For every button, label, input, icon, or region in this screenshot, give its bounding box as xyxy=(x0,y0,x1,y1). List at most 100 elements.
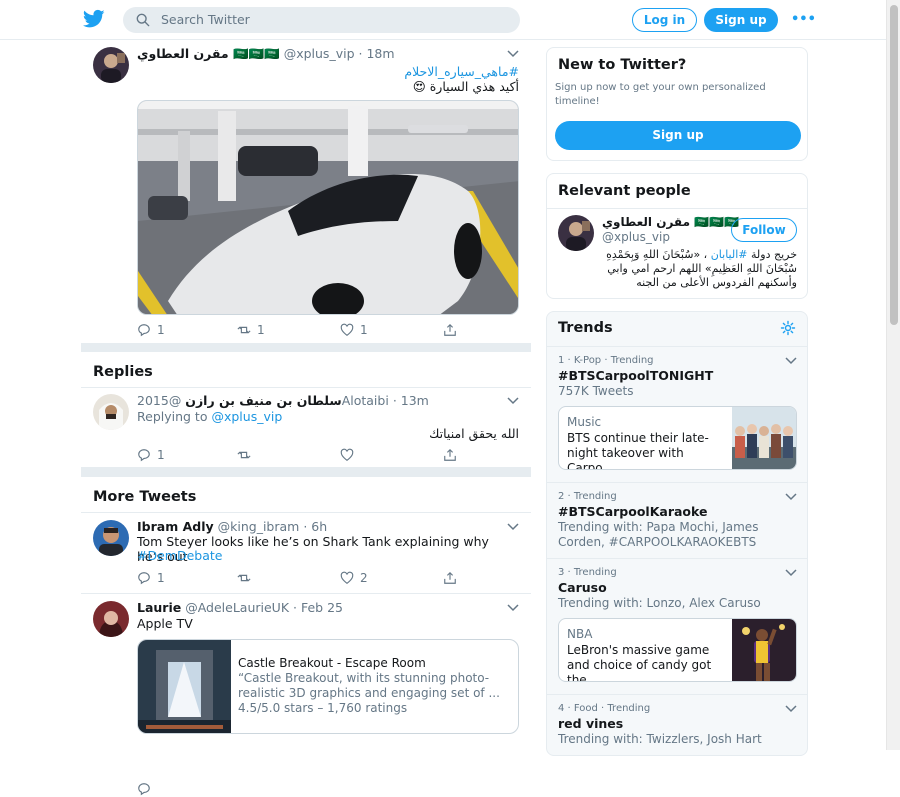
link-card-title: Castle Breakout - Escape Room xyxy=(238,656,426,670)
twitter-bird-icon[interactable] xyxy=(83,9,105,29)
tweet-time[interactable]: 6h xyxy=(311,519,327,534)
user-name[interactable]: مقرن العطاوي 🇸🇦🇸🇦🇸🇦 xyxy=(137,46,280,61)
reply-button[interactable]: 1 xyxy=(137,570,165,586)
retweet-button[interactable] xyxy=(237,447,251,463)
trend-item[interactable]: 2 · Trending #BTSCarpoolKaraoke Trending… xyxy=(547,483,807,559)
replying-to-link[interactable]: @xplus_vip xyxy=(211,409,282,424)
login-button[interactable]: Log in xyxy=(632,8,697,32)
trend-item[interactable]: 4 · Food · Trending red vines Trending w… xyxy=(547,695,807,755)
new-to-twitter-card: New to Twitter? Sign up now to get your … xyxy=(546,47,808,161)
share-button[interactable] xyxy=(443,570,457,586)
share-button[interactable] xyxy=(443,447,457,463)
retweet-count: 1 xyxy=(257,323,265,337)
retweet-button[interactable]: 1 xyxy=(237,322,265,338)
hashtag-link[interactable]: #ماهي_سياره_الاحلام xyxy=(404,64,519,79)
page-scrollbar[interactable] xyxy=(886,0,900,750)
tweet-actions xyxy=(137,781,467,797)
tweet-header: مقرن العطاوي 🇸🇦🇸🇦🇸🇦 @xplus_vip · 18m xyxy=(137,46,395,61)
trend-news-card[interactable]: NBA LeBron's massive game and choice of … xyxy=(558,618,797,682)
share-button[interactable] xyxy=(443,322,457,338)
gear-icon[interactable] xyxy=(780,320,796,336)
avatar[interactable] xyxy=(93,601,129,637)
link-card-description: “Castle Breakout, with its stunning phot… xyxy=(238,671,500,700)
user-handle[interactable]: @AdeleLaurieUK xyxy=(185,600,289,615)
relevant-people-card: Relevant people مقرن العطاوي 🇸🇦🇸🇦🇸🇦 @xpl… xyxy=(546,173,808,299)
tweet-photo[interactable] xyxy=(137,100,519,315)
trend-news-card[interactable]: Music BTS continue their late-night take… xyxy=(558,406,797,470)
chevron-down-icon[interactable] xyxy=(507,603,519,613)
like-count: 1 xyxy=(360,323,368,337)
more-options-icon[interactable]: ••• xyxy=(791,12,816,27)
signup-button[interactable]: Sign up xyxy=(704,8,778,32)
avatar[interactable] xyxy=(93,47,129,83)
trend-meta: 3 · Trending xyxy=(558,567,617,578)
replies-title: Replies xyxy=(93,364,153,380)
avatar[interactable] xyxy=(93,520,129,556)
tweet-time[interactable]: 18m xyxy=(366,46,394,61)
sidebar-signup-button[interactable]: Sign up xyxy=(555,121,801,150)
main-tweet[interactable]: مقرن العطاوي 🇸🇦🇸🇦🇸🇦 @xplus_vip · 18m #ما… xyxy=(81,40,531,344)
user-name[interactable]: سلطان بن منيف بن رازن xyxy=(185,393,341,408)
more-tweet[interactable]: Ibram Adly @king_ibram · 6h Tom Steyer l… xyxy=(81,513,531,594)
chevron-down-icon[interactable] xyxy=(785,492,797,502)
link-card[interactable]: Castle Breakout - Escape Room “Castle Br… xyxy=(137,639,519,734)
reply-button[interactable]: 1 xyxy=(137,447,165,463)
news-headline: BTS continue their late-night takeover w… xyxy=(567,431,709,470)
chevron-down-icon[interactable] xyxy=(785,704,797,714)
trends-title: Trends xyxy=(558,320,613,336)
like-button[interactable]: 1 xyxy=(340,322,368,338)
tweet-text: أكيد هذي السيارة 😍 xyxy=(412,79,519,94)
retweet-icon xyxy=(237,326,251,334)
search-input[interactable]: Search Twitter xyxy=(123,7,520,33)
retweet-icon xyxy=(237,574,251,582)
news-headline: LeBron's massive game and choice of cand… xyxy=(567,643,712,682)
avatar[interactable] xyxy=(93,394,129,430)
reply-button[interactable] xyxy=(137,781,151,797)
relevant-user-handle[interactable]: @xplus_vip xyxy=(602,230,670,244)
news-thumbnail xyxy=(732,619,796,681)
chevron-down-icon[interactable] xyxy=(785,356,797,366)
trend-subtitle: Trending with: Papa Mochi, James Corden,… xyxy=(558,520,759,549)
user-name[interactable]: Ibram Adly xyxy=(137,519,214,534)
user-name[interactable]: Laurie xyxy=(137,600,181,615)
avatar[interactable] xyxy=(558,215,594,251)
relevant-user-name[interactable]: مقرن العطاوي 🇸🇦🇸🇦🇸🇦 xyxy=(602,215,739,229)
chevron-down-icon[interactable] xyxy=(507,522,519,532)
trend-item[interactable]: 3 · Trending Caruso Trending with: Lonzo… xyxy=(547,559,807,695)
tweet-header: Ibram Adly @king_ibram · 6h xyxy=(137,519,328,534)
more-tweets-title: More Tweets xyxy=(93,489,197,505)
share-icon xyxy=(444,323,456,336)
trend-meta: 1 · K-Pop · Trending xyxy=(558,355,654,366)
chevron-down-icon[interactable] xyxy=(507,396,519,406)
more-tweet[interactable]: Laurie @AdeleLaurieUK · Feb 25 Apple TV … xyxy=(81,594,531,796)
share-icon xyxy=(444,448,456,461)
chevron-down-icon[interactable] xyxy=(507,49,519,59)
like-button[interactable]: 2 xyxy=(340,570,368,586)
link-card-image xyxy=(138,640,231,733)
chevron-down-icon[interactable] xyxy=(785,568,797,578)
more-tweets-header: More Tweets xyxy=(81,477,531,513)
heart-icon xyxy=(340,571,354,584)
reply-button[interactable]: 1 xyxy=(137,322,165,338)
trend-item[interactable]: 1 · K-Pop · Trending #BTSCarpoolTONIGHT … xyxy=(547,347,807,483)
trend-meta: 4 · Food · Trending xyxy=(558,703,651,714)
tweet-header: سلطان بن منيف بن رازن @2015Alotaibi · 13… xyxy=(137,393,429,408)
trend-meta: 2 · Trending xyxy=(558,491,617,502)
user-handle[interactable]: @king_ibram xyxy=(218,519,300,534)
hashtag-link[interactable]: #DemDebate xyxy=(137,548,222,563)
follow-button[interactable]: Follow xyxy=(731,218,797,242)
reply-tweet[interactable]: سلطان بن منيف بن رازن @2015Alotaibi · 13… xyxy=(81,388,531,468)
tweet-actions: 1 2 xyxy=(137,570,467,586)
trend-subtitle: Trending with: Lonzo, Alex Caruso xyxy=(558,596,761,610)
retweet-button[interactable] xyxy=(237,570,251,586)
divider xyxy=(547,208,807,209)
reply-icon xyxy=(138,449,150,462)
retweet-icon xyxy=(237,451,251,459)
tweet-time[interactable]: 13m xyxy=(401,393,429,408)
bio-hashtag-link[interactable]: #اليابان xyxy=(711,248,748,261)
tweet-actions: 1 1 1 xyxy=(137,322,467,338)
like-button[interactable] xyxy=(340,447,354,463)
tweet-time[interactable]: Feb 25 xyxy=(301,600,343,615)
scrollbar-thumb[interactable] xyxy=(890,5,898,325)
user-handle[interactable]: @xplus_vip xyxy=(284,46,355,61)
